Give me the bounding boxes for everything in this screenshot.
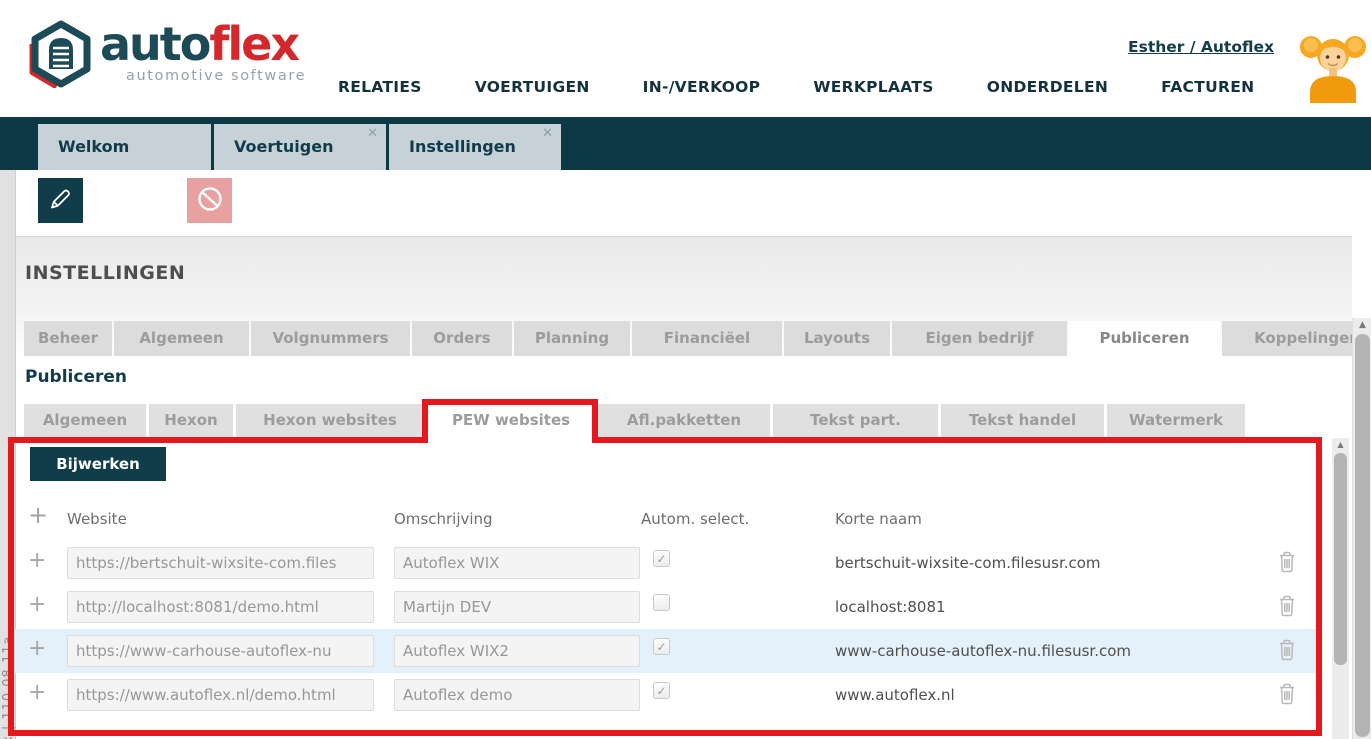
delete-row-button[interactable] [1277, 682, 1297, 710]
scroll-up-icon[interactable]: ▲ [1332, 441, 1349, 449]
table-header: + Website Omschrijving Autom. select. Ko… [15, 505, 1316, 535]
main-nav: RELATIES VOERTUIGEN IN-/VERKOOP WERKPLAA… [338, 78, 1254, 96]
logo-text: autoflex automotive software [100, 20, 306, 84]
add-row-icon[interactable]: + [28, 636, 46, 661]
subtab-algemeen[interactable]: Algemeen [24, 404, 146, 437]
table-row: + ✓ bertschuit-wixsite-com.filesusr.com [15, 541, 1316, 585]
short-name-value: www.autoflex.nl [835, 673, 955, 717]
subtab-watermerk[interactable]: Watermerk [1107, 404, 1245, 437]
settings-tab-volgnummers[interactable]: Volgnummers [251, 321, 410, 356]
check-icon: ✓ [656, 552, 666, 566]
table-row: + localhost:8081 [15, 585, 1316, 629]
version-text: x | 110.08.11a [1, 636, 16, 739]
publiceren-subtabs: Algemeen Hexon Hexon websites PEW websit… [24, 404, 1245, 437]
settings-tab-eigen-bedrijf[interactable]: Eigen bedrijf [892, 321, 1067, 356]
scrollbar-thumb[interactable] [1334, 453, 1347, 665]
autoflex-logo-icon [28, 20, 94, 92]
delete-row-button[interactable] [1277, 594, 1297, 622]
user-avatar[interactable] [1298, 24, 1368, 107]
add-row-icon[interactable]: + [28, 501, 48, 529]
nav-werkplaats[interactable]: WERKPLAATS [813, 78, 933, 96]
autom-select-checkbox[interactable]: ✓ [653, 682, 670, 699]
tab-instellingen[interactable]: Instellingen ✕ [389, 124, 561, 170]
nav-in-verkoop[interactable]: IN-/VERKOOP [643, 78, 761, 96]
settings-tab-algemeen[interactable]: Algemeen [114, 321, 249, 356]
settings-tab-orders[interactable]: Orders [412, 321, 512, 356]
nav-facturen[interactable]: FACTUREN [1161, 78, 1254, 96]
website-input[interactable] [67, 547, 374, 579]
settings-tab-financieel[interactable]: Financiëel [632, 321, 782, 356]
check-icon: ✓ [656, 640, 666, 654]
check-icon: ✓ [656, 684, 666, 698]
column-header-website: Website [67, 510, 127, 528]
settings-tab-beheer[interactable]: Beheer [24, 321, 112, 356]
subtab-pew-websites[interactable]: PEW websites [427, 404, 595, 437]
autom-select-checkbox[interactable] [653, 594, 670, 611]
user-account-link[interactable]: Esther / Autoflex [1128, 38, 1274, 56]
website-input[interactable] [67, 679, 374, 711]
delete-row-button[interactable] [1277, 638, 1297, 666]
subtab-hexon[interactable]: Hexon [149, 404, 233, 437]
pencil-icon [47, 185, 74, 216]
scroll-up-icon[interactable]: ▲ [1353, 321, 1371, 330]
tab-welkom-label: Welkom [58, 137, 129, 156]
brand-auto: auto [100, 17, 209, 71]
edit-button[interactable] [38, 178, 83, 223]
tab-instellingen-label: Instellingen [409, 137, 516, 156]
brand-tagline: automotive software [126, 68, 306, 84]
block-button[interactable] [187, 178, 232, 223]
settings-tab-layouts[interactable]: Layouts [784, 321, 890, 356]
description-input[interactable] [394, 635, 640, 667]
delete-row-button[interactable] [1277, 550, 1297, 578]
settings-tabs: Beheer Algemeen Volgnummers Orders Plann… [24, 321, 1352, 356]
bijwerken-button[interactable]: Bijwerken [30, 447, 166, 481]
description-input[interactable] [394, 547, 640, 579]
description-input[interactable] [394, 591, 640, 623]
app-window: autoflex automotive software RELATIES VO… [0, 0, 1371, 739]
open-tabs-bar: Welkom Voertuigen ✕ Instellingen ✕ [0, 117, 1371, 170]
add-row-icon[interactable]: + [28, 592, 46, 617]
short-name-value: www-carhouse-autoflex-nu.filesusr.com [835, 629, 1131, 673]
table-row-selected: + ✓ www-carhouse-autoflex-nu.filesusr.co… [15, 629, 1316, 673]
table-row: + ✓ www.autoflex.nl [15, 673, 1316, 717]
tab-voertuigen-label: Voertuigen [234, 137, 333, 156]
nav-onderdelen[interactable]: ONDERDELEN [987, 78, 1108, 96]
scrollbar-thumb[interactable] [1355, 334, 1370, 737]
subtab-tekst-handel[interactable]: Tekst handel [941, 404, 1104, 437]
page-title: INSTELLINGEN [25, 262, 185, 284]
autom-select-checkbox[interactable]: ✓ [653, 638, 670, 655]
tab-voertuigen[interactable]: Voertuigen ✕ [214, 124, 386, 170]
add-row-icon[interactable]: + [28, 548, 46, 573]
subtab-tekst-part[interactable]: Tekst part. [773, 404, 938, 437]
column-header-autom-select: Autom. select. [641, 510, 749, 528]
settings-tab-publiceren[interactable]: Publiceren [1069, 321, 1220, 356]
short-name-value: localhost:8081 [835, 585, 946, 629]
outer-scrollbar[interactable]: ▲ [1352, 318, 1371, 739]
prohibition-icon [195, 184, 225, 218]
website-input[interactable] [67, 591, 374, 623]
tab-welkom[interactable]: Welkom [38, 124, 211, 170]
website-input[interactable] [67, 635, 374, 667]
nav-relaties[interactable]: RELATIES [338, 78, 422, 96]
column-header-omschrijving: Omschrijving [394, 510, 493, 528]
close-icon[interactable]: ✕ [367, 127, 378, 140]
short-name-value: bertschuit-wixsite-com.filesusr.com [835, 541, 1101, 585]
autom-select-checkbox[interactable]: ✓ [653, 550, 670, 567]
nav-voertuigen[interactable]: VOERTUIGEN [475, 78, 590, 96]
column-header-korte-naam: Korte naam [835, 510, 922, 528]
add-row-icon[interactable]: + [28, 680, 46, 705]
settings-tab-koppelingen[interactable]: Koppelingen [1222, 321, 1352, 356]
settings-tab-planning[interactable]: Planning [514, 321, 630, 356]
subtab-hexon-websites[interactable]: Hexon websites [236, 404, 424, 437]
section-title: Publiceren [25, 367, 127, 387]
brand-flex: flex [209, 17, 298, 71]
inner-scrollbar[interactable]: ▲ [1332, 438, 1349, 739]
description-input[interactable] [394, 679, 640, 711]
autoflex-logo[interactable]: autoflex automotive software [28, 20, 306, 92]
subtab-afl-pakketten[interactable]: Afl.pakketten [598, 404, 770, 437]
header: autoflex automotive software RELATIES VO… [0, 0, 1371, 117]
close-icon[interactable]: ✕ [542, 127, 553, 140]
brand-name: autoflex [100, 20, 306, 68]
